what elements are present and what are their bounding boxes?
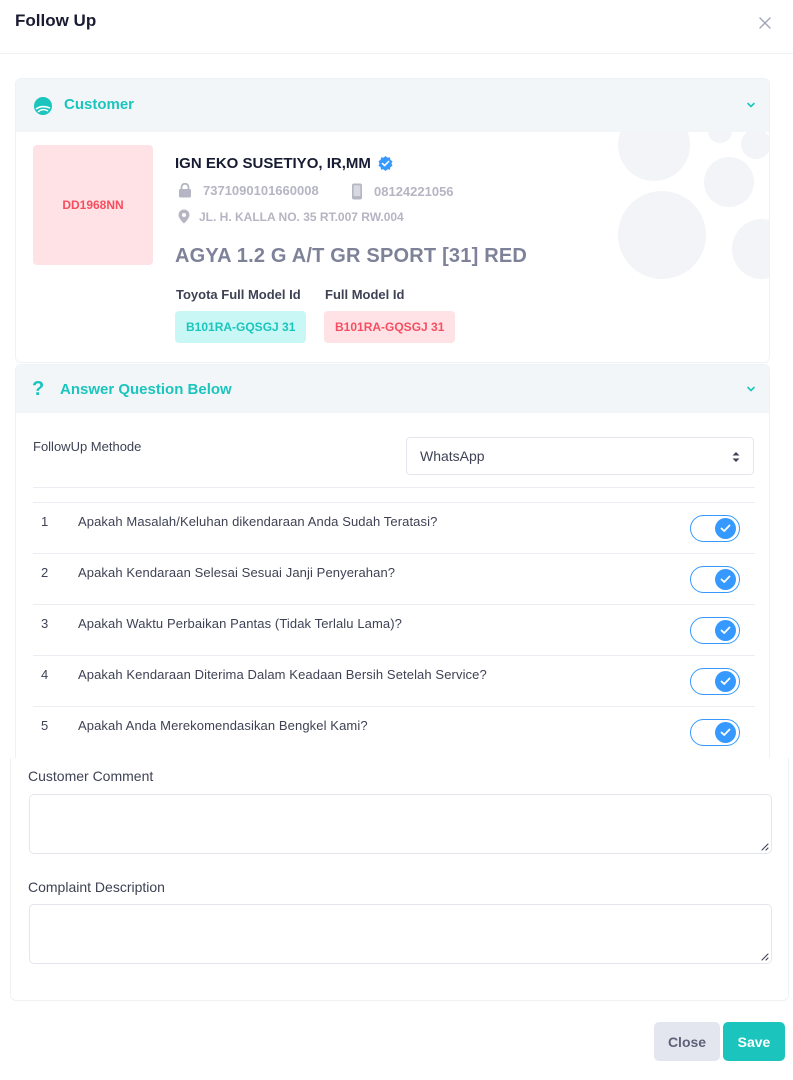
- resize-grip-icon[interactable]: [759, 951, 769, 961]
- question-toggle[interactable]: [690, 719, 740, 746]
- question-row: 5 Apakah Anda Merekomendasikan Bengkel Ka…: [33, 706, 755, 757]
- lock-icon: [179, 183, 191, 198]
- question-number: 3: [41, 616, 49, 631]
- resize-grip-icon[interactable]: [759, 841, 769, 851]
- question-text: Apakah Masalah/Keluhan dikendaraan Anda …: [78, 514, 438, 529]
- question-row: 3 Apakah Waktu Perbaikan Pantas (Tidak Te…: [33, 604, 755, 655]
- decor-circle: [618, 191, 706, 279]
- toggle-knob: [715, 620, 736, 641]
- check-icon: [720, 677, 731, 685]
- customer-section-icon: [34, 97, 52, 115]
- address: JL. H. KALLA NO. 35 RT.007 RW.004: [199, 209, 404, 224]
- decor-circle: [741, 129, 769, 159]
- question-text: Apakah Kendaraan Diterima Dalam Keadaan …: [78, 667, 487, 682]
- location-pin-icon: [178, 209, 190, 224]
- decor-circle: [732, 219, 769, 279]
- question-row: 2 Apakah Kendaraan Selesai Sesuai Janji P…: [33, 553, 755, 604]
- id-number-row: 7371090101660008: [178, 183, 319, 198]
- question-text: Apakah Waktu Perbaikan Pantas (Tidak Ter…: [78, 616, 403, 631]
- select-arrows-icon: [732, 452, 740, 462]
- decor-circle: [704, 157, 754, 207]
- check-icon: [720, 524, 731, 532]
- customer-card: Customer DD1968NN IGN EKO SUSETIYO, IR,M…: [15, 78, 770, 363]
- question-number: 1: [41, 514, 49, 529]
- modal-title: Follow Up: [15, 11, 97, 30]
- customer-comment-field[interactable]: [29, 794, 772, 854]
- chevron-down-icon[interactable]: [745, 99, 757, 111]
- verified-icon: [378, 156, 393, 171]
- questions-table: 1 Apakah Masalah/Keluhan dikendaraan Anda…: [33, 487, 755, 757]
- question-number: 5: [41, 718, 49, 733]
- question-row: 1 Apakah Masalah/Keluhan dikendaraan Anda…: [33, 502, 755, 553]
- answer-section-header[interactable]: ? Answer Question Below: [16, 365, 769, 413]
- complaint-description-field[interactable]: [29, 904, 772, 964]
- toggle-knob: [715, 518, 736, 539]
- followup-method-label: FollowUp Methode: [33, 439, 142, 454]
- question-mark-icon: ?: [32, 378, 45, 400]
- address-row: JL. H. KALLA NO. 35 RT.007 RW.004: [178, 209, 404, 224]
- followup-method-select[interactable]: WhatsApp: [406, 437, 754, 475]
- modal-header: Follow Up: [0, 0, 793, 54]
- customer-section-title: Customer: [64, 96, 135, 113]
- full-model-badge: B101RA-GQSGJ 31: [324, 311, 456, 343]
- vehicle-model: AGYA 1.2 G A/T GR SPORT [31] RED: [175, 245, 528, 267]
- save-button[interactable]: Save: [723, 1022, 785, 1061]
- question-number: 4: [41, 667, 49, 682]
- customer-comment-label: Customer Comment: [28, 768, 154, 784]
- check-icon: [720, 575, 731, 583]
- question-text: Apakah Anda Merekomendasikan Bengkel Kam…: [78, 718, 368, 733]
- toggle-knob: [715, 722, 736, 743]
- toggle-knob: [715, 671, 736, 692]
- question-number: 2: [41, 565, 49, 580]
- full-model-label: Full Model Id: [325, 287, 405, 302]
- toggle-knob: [715, 569, 736, 590]
- check-icon: [720, 626, 731, 634]
- phone-number: 08124221056: [374, 184, 454, 199]
- followup-method-value: WhatsApp: [420, 448, 485, 464]
- question-toggle[interactable]: [690, 566, 740, 593]
- license-plate: DD1968NN: [33, 145, 153, 265]
- complaint-description-label: Complaint Description: [28, 879, 165, 895]
- check-icon: [720, 728, 731, 736]
- close-button[interactable]: Close: [654, 1022, 720, 1061]
- customer-section-header[interactable]: Customer: [16, 79, 769, 132]
- question-toggle[interactable]: [690, 668, 740, 695]
- question-text: Apakah Kendaraan Selesai Sesuai Janji Pe…: [78, 565, 396, 580]
- question-row: 4 Apakah Kendaraan Diterima Dalam Keadaan…: [33, 655, 755, 706]
- phone-row: 08124221056: [351, 183, 454, 200]
- answer-card: ? Answer Question Below FollowUp Methode…: [15, 364, 770, 758]
- id-number: 7371090101660008: [203, 183, 319, 198]
- question-toggle[interactable]: [690, 515, 740, 542]
- answer-section-title: Answer Question Below: [60, 381, 232, 398]
- customer-name-text: IGN EKO SUSETIYO, IR,MM: [175, 155, 371, 172]
- toyota-model-label: Toyota Full Model Id: [176, 287, 301, 302]
- toyota-model-badge: B101RA-GQSGJ 31: [175, 311, 307, 343]
- chevron-down-icon[interactable]: [745, 383, 757, 395]
- close-icon[interactable]: [754, 12, 776, 34]
- customer-name: IGN EKO SUSETIYO, IR,MM: [175, 155, 394, 172]
- phone-icon: [352, 183, 362, 200]
- question-toggle[interactable]: [690, 617, 740, 644]
- comments-panel: Customer Comment Complaint Description: [10, 758, 789, 1001]
